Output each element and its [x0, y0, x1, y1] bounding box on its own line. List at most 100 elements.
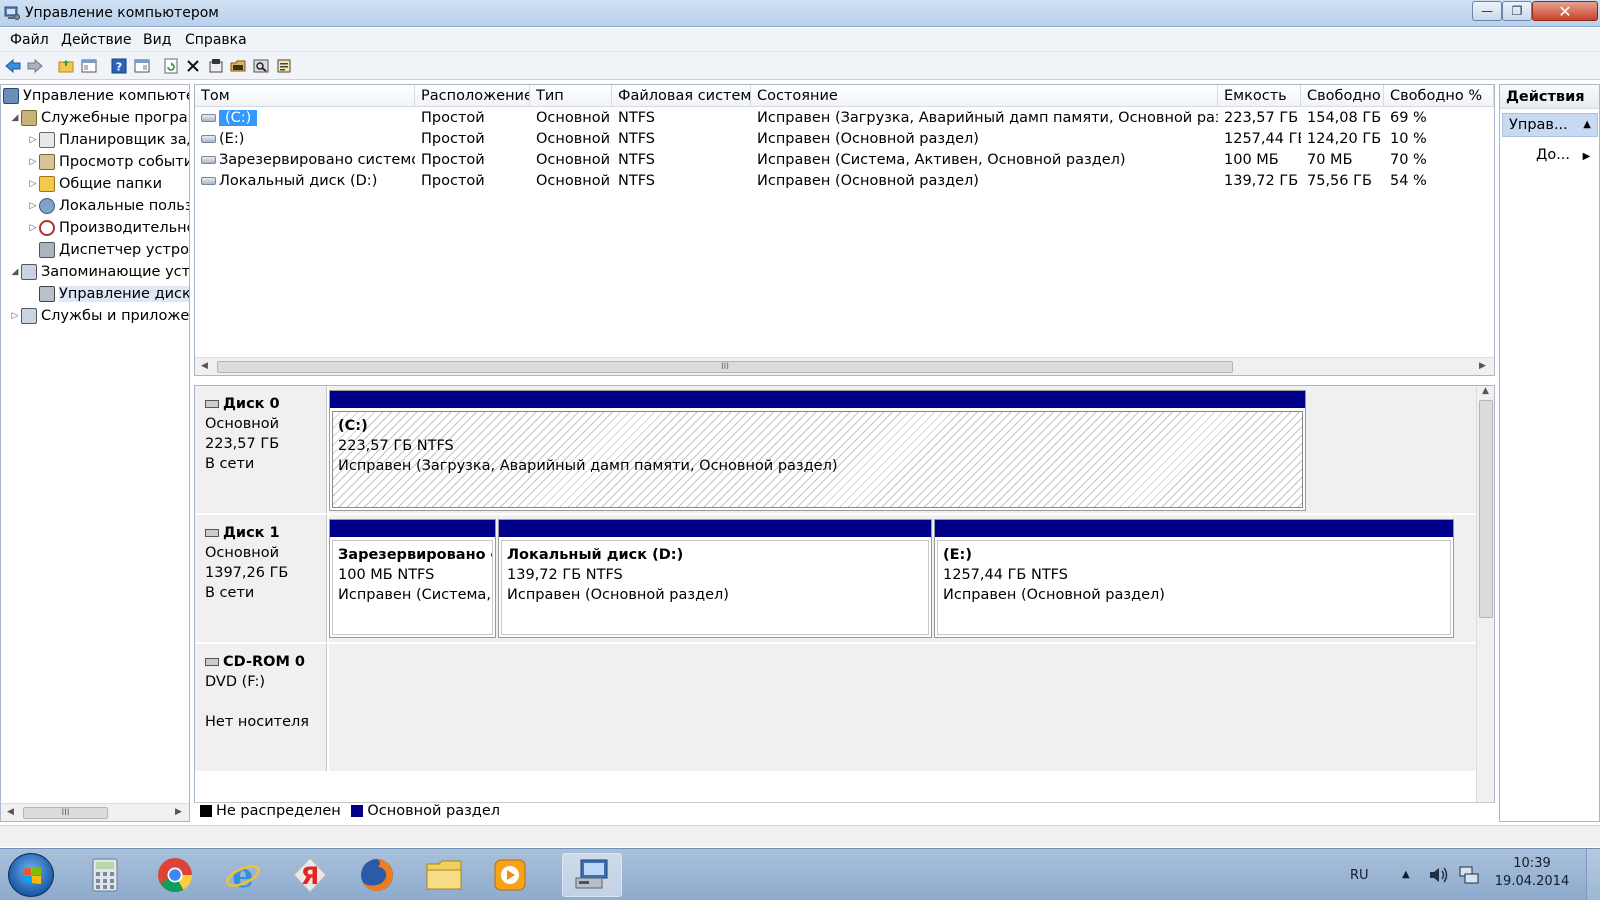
tree-item-local-users[interactable]: ▷ Локальные пользователи [27, 195, 189, 217]
tree-item-device-manager[interactable]: Диспетчер устройств [39, 239, 189, 261]
scroll-up-icon[interactable]: ▲ [1482, 386, 1489, 396]
column-type[interactable]: Тип [530, 85, 612, 107]
column-free-percent[interactable]: Свободно % [1384, 85, 1494, 107]
actions-more-item[interactable]: До... ▶ [1536, 147, 1590, 163]
table-row[interactable]: Зарезервировано системой Простой Основно… [195, 150, 1494, 171]
language-indicator[interactable]: RU [1350, 868, 1369, 883]
expand-arrow-icon[interactable]: ▷ [27, 179, 39, 189]
column-capacity[interactable]: Емкость [1218, 85, 1301, 107]
scroll-thumb[interactable]: III [217, 361, 1233, 373]
properties-pane-icon[interactable] [133, 57, 151, 75]
table-row[interactable]: (C:) Простой Основной NTFS Исправен (Заг… [195, 108, 1494, 129]
expand-arrow-icon[interactable]: ▷ [27, 201, 39, 211]
open-icon[interactable] [229, 57, 247, 75]
forward-icon[interactable] [26, 57, 44, 75]
media-player-icon [494, 859, 526, 891]
menu-view[interactable]: Вид [143, 32, 171, 48]
tree-item-disk-management[interactable]: Управление дисками [39, 283, 189, 305]
column-file-system[interactable]: Файловая система [612, 85, 751, 107]
tree-horizontal-scrollbar[interactable]: ◀ III ▶ [1, 803, 189, 821]
menu-action[interactable]: Действие [61, 32, 131, 48]
close-button[interactable]: ✕ [1532, 1, 1598, 21]
show-desktop-button[interactable] [1586, 849, 1600, 900]
back-icon[interactable] [4, 57, 22, 75]
taskbar-media-player[interactable] [480, 853, 540, 897]
taskbar-internet-explorer[interactable]: e [213, 853, 273, 897]
disk-0-info[interactable]: Диск 0 Основной 223,57 ГБ В сети [195, 386, 327, 513]
table-row[interactable]: (E:) Простой Основной NTFS Исправен (Осн… [195, 129, 1494, 150]
tree-item-label: Локальные пользователи [59, 198, 189, 214]
expand-arrow-icon[interactable]: ▷ [27, 223, 39, 233]
tree-item-event-viewer[interactable]: ▷ Просмотр событий [27, 151, 189, 173]
scroll-right-icon[interactable]: ▶ [1479, 361, 1486, 371]
volume-icon[interactable] [1428, 865, 1450, 885]
volume-list-horizontal-scrollbar[interactable]: ◀ III ▶ [195, 357, 1494, 375]
clock[interactable]: 10:39 19.04.2014 [1494, 855, 1570, 891]
minimize-button[interactable]: — [1472, 1, 1502, 21]
menu-help[interactable]: Справка [185, 32, 247, 48]
column-layout[interactable]: Расположение [415, 85, 530, 107]
collapse-arrow-icon[interactable]: ◢ [9, 113, 21, 123]
search-icon[interactable] [252, 57, 270, 75]
taskbar-explorer[interactable] [414, 853, 474, 897]
legend-swatch-primary [351, 805, 364, 817]
scroll-left-icon[interactable]: ◀ [201, 361, 208, 371]
partition-e[interactable]: (E:) 1257,44 ГБ NTFS Исправен (Основной … [934, 519, 1454, 638]
table-row[interactable]: Локальный диск (D:) Простой Основной NTF… [195, 171, 1494, 192]
expand-arrow-icon[interactable]: ▷ [27, 135, 39, 145]
cell-status: Исправен (Загрузка, Аварийный дамп памят… [757, 110, 1218, 126]
network-icon[interactable] [1458, 864, 1480, 886]
start-button[interactable] [8, 853, 54, 897]
disk-state: Нет носителя [205, 714, 309, 730]
disk-view-vertical-scrollbar[interactable]: ▲ ▼ [1476, 386, 1494, 821]
tree-item-shared-folders[interactable]: ▷ Общие папки [27, 173, 162, 195]
tree-item-storage[interactable]: ◢ Запоминающие устройства [9, 261, 189, 283]
tree-item-services-apps[interactable]: ▷ Службы и приложения [9, 305, 190, 327]
scroll-thumb[interactable] [1479, 400, 1493, 618]
tree-item-label: Службы и приложения [41, 308, 190, 324]
tree-item-performance[interactable]: ▷ Производительность [27, 217, 189, 239]
expand-arrow-icon[interactable]: ▷ [9, 311, 21, 321]
scroll-right-icon[interactable]: ▶ [175, 807, 182, 817]
export-icon[interactable] [275, 57, 293, 75]
volume-name: Зарезервировано системой [219, 152, 415, 168]
show-hidden-icons-icon[interactable]: ▲ [1402, 869, 1410, 880]
taskbar-calculator[interactable] [75, 853, 135, 897]
cell-volume: (E:) [195, 129, 415, 150]
taskbar-yandex-browser[interactable]: Я [280, 853, 340, 897]
help-icon[interactable]: ? [110, 57, 128, 75]
cell-free: 70 МБ [1307, 152, 1353, 168]
cdrom-0-info[interactable]: CD-ROM 0 DVD (F:) Нет носителя [195, 644, 327, 771]
refresh-icon[interactable] [162, 57, 180, 75]
services-icon [21, 308, 37, 324]
cell-free-percent: 70 % [1390, 152, 1427, 168]
properties-icon[interactable] [207, 57, 225, 75]
tree-item-computer-management[interactable]: Управление компьютером (локальным) [3, 85, 189, 107]
maximize-button[interactable]: ❐ [1502, 1, 1532, 21]
actions-group-disk-management[interactable]: Управ... ▲ [1502, 113, 1598, 137]
scroll-thumb[interactable]: III [23, 807, 108, 819]
collapse-arrow-icon[interactable]: ◢ [9, 267, 21, 277]
disk-1-info[interactable]: Диск 1 Основной 1397,26 ГБ В сети [195, 515, 327, 642]
column-volume[interactable]: Том [195, 85, 415, 107]
taskbar-computer-management[interactable] [562, 853, 622, 897]
device-manager-icon [39, 242, 55, 258]
up-folder-icon[interactable] [57, 57, 75, 75]
menu-bar: Файл Действие Вид Справка [0, 28, 1600, 52]
taskbar-firefox[interactable] [347, 853, 407, 897]
partition-c[interactable]: (C:) 223,57 ГБ NTFS Исправен (Загрузка, … [329, 390, 1306, 511]
partition-title: Локальный диск (D:) [507, 547, 684, 563]
expand-arrow-icon[interactable]: ▷ [27, 157, 39, 167]
column-free[interactable]: Свободно [1301, 85, 1384, 107]
tree-item-system-tools[interactable]: ◢ Служебные программы [9, 107, 189, 129]
taskbar-chrome[interactable] [145, 853, 205, 897]
show-hide-tree-icon[interactable] [80, 57, 98, 75]
menu-file[interactable]: Файл [10, 32, 49, 48]
tree-item-task-scheduler[interactable]: ▷ Планировщик заданий [27, 129, 189, 151]
partition-system-reserved[interactable]: Зарезервировано системой 100 МБ NTFS Исп… [329, 519, 496, 638]
partition-d[interactable]: Локальный диск (D:) 139,72 ГБ NTFS Испра… [498, 519, 932, 638]
column-status[interactable]: Состояние [751, 85, 1218, 107]
collapse-up-icon[interactable]: ▲ [1583, 114, 1591, 136]
scroll-left-icon[interactable]: ◀ [7, 807, 14, 817]
delete-icon[interactable] [184, 57, 202, 75]
